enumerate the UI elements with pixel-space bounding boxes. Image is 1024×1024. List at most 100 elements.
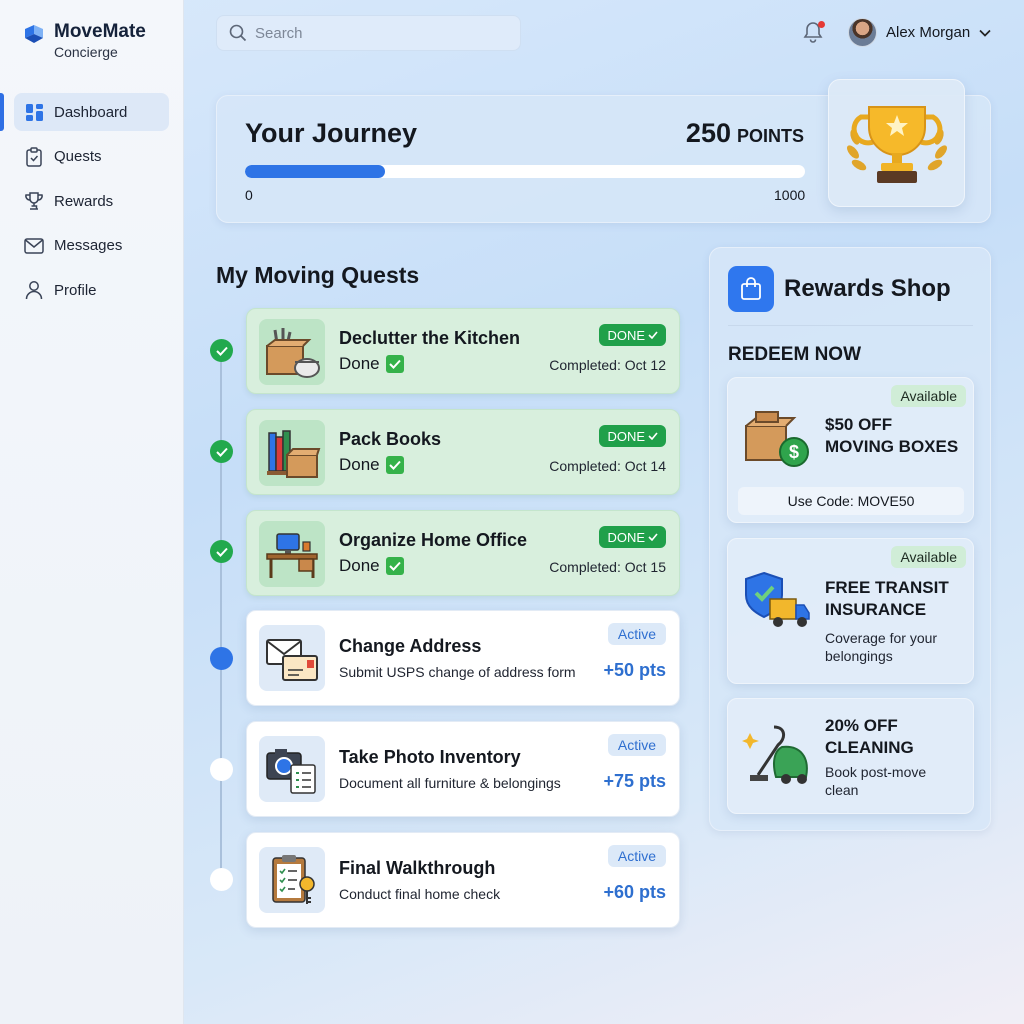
reward-subtitle: Book post-move clean — [825, 763, 926, 799]
quest-status: Done — [339, 354, 404, 374]
check-icon — [648, 533, 658, 541]
avatar — [848, 18, 877, 47]
quest-card-final-walkthrough[interactable]: Final Walkthrough Conduct final home che… — [246, 832, 680, 928]
check-icon — [215, 447, 228, 457]
sidebar-item-rewards[interactable]: Rewards — [14, 182, 169, 220]
shopping-bag-icon — [728, 266, 774, 312]
camera-icon — [259, 736, 325, 802]
desk-icon — [259, 521, 325, 587]
quest-card-photo-inventory[interactable]: Take Photo Inventory Document all furnit… — [246, 721, 680, 817]
sidebar-item-label: Rewards — [54, 192, 114, 210]
sidebar: MoveMate Concierge Dashboard Quests Rewa… — [0, 0, 184, 1024]
status-badge: Active — [607, 623, 666, 645]
quest-title: Organize Home Office — [339, 530, 528, 550]
progress-fill — [245, 165, 385, 178]
reward-title: 20% OFF CLEANING — [825, 715, 914, 759]
clipboard-icon — [24, 146, 44, 167]
points-total: 250 POINTS — [686, 118, 804, 149]
reward-title: FREE TRANSIT INSURANCE — [825, 577, 949, 621]
shield-truck-icon — [745, 571, 810, 627]
timeline-dot-todo — [210, 868, 233, 891]
quest-description: Conduct final home check — [339, 886, 501, 902]
points-label: POINTS — [736, 126, 804, 146]
sidebar-item-messages[interactable]: Messages — [14, 227, 169, 265]
search-bar[interactable] — [216, 15, 521, 51]
quest-description: Submit USPS change of address form — [339, 664, 576, 680]
points-value: 250 — [685, 118, 731, 148]
reward-title-line: $50 OFF — [825, 415, 893, 434]
reward-title-line: MOVING BOXES — [825, 437, 959, 456]
notification-bell[interactable] — [803, 21, 825, 45]
sidebar-item-dashboard[interactable]: Dashboard — [14, 93, 169, 131]
user-menu[interactable]: Alex Morgan — [848, 18, 991, 47]
quest-title: Take Photo Inventory — [339, 747, 521, 767]
quest-title: Pack Books — [339, 429, 442, 449]
quest-date: Completed: Oct 14 — [549, 458, 666, 474]
quest-card-change-address[interactable]: Change Address Submit USPS change of add… — [246, 610, 680, 706]
check-icon — [215, 547, 228, 557]
notification-dot — [818, 21, 825, 28]
check-box-icon — [385, 456, 404, 474]
divider — [728, 325, 973, 326]
movemate-logo-icon — [25, 25, 43, 43]
reward-card-transit-insurance[interactable]: Available FREE TRANSIT INSURANCE Coverag… — [727, 538, 974, 684]
check-box-icon — [385, 557, 404, 575]
search-icon — [229, 24, 247, 42]
quest-card-organize-office[interactable]: Organize Home Office Done DONE Completed… — [246, 510, 680, 596]
status-badge: DONE — [599, 425, 666, 447]
check-icon — [648, 432, 658, 440]
quest-card-declutter-kitchen[interactable]: Declutter the Kitchen Done DONE Complete… — [246, 308, 680, 394]
quest-points: +60 pts — [603, 882, 666, 902]
quest-card-pack-books[interactable]: Pack Books Done DONE Completed: Oct 14 — [246, 409, 680, 495]
quest-points: +75 pts — [603, 771, 666, 791]
journey-title: Your Journey — [245, 118, 418, 148]
brand[interactable]: MoveMate Concierge — [22, 20, 146, 60]
check-icon — [215, 346, 228, 356]
progress-min: 0 — [245, 187, 253, 203]
check-icon — [648, 331, 658, 339]
timeline-dot-done — [210, 339, 233, 362]
timeline-line — [220, 350, 222, 880]
trophy-laurel-icon — [846, 106, 947, 183]
reward-card-moving-boxes[interactable]: Available $ $50 OFF MOVING BOXES Use Cod… — [727, 377, 974, 523]
trophy-icon — [24, 191, 44, 211]
quest-status-text: Done — [339, 455, 380, 474]
check-box-icon — [385, 355, 404, 373]
reward-title-line: INSURANCE — [825, 600, 927, 619]
quest-date: Completed: Oct 12 — [549, 357, 666, 373]
timeline-dot-todo — [210, 758, 233, 781]
quest-status: Done — [339, 556, 404, 576]
reward-card-cleaning[interactable]: 20% OFF CLEANING Book post-move clean — [727, 698, 974, 814]
badge-label: DONE — [607, 327, 645, 343]
clipboard-key-icon — [259, 847, 325, 913]
quest-status-text: Done — [339, 556, 380, 575]
reward-subtitle-line: clean — [825, 782, 859, 798]
redeem-now-heading: REDEEM NOW — [728, 344, 861, 365]
rewards-shop-title: Rewards Shop — [784, 275, 951, 302]
sidebar-item-quests[interactable]: Quests — [14, 138, 169, 176]
books-box-icon — [259, 420, 325, 486]
chevron-down-icon — [979, 29, 991, 37]
user-name: Alex Morgan — [886, 24, 971, 41]
vacuum-icon — [742, 725, 808, 784]
search-input[interactable] — [255, 24, 495, 42]
quest-description: Document all furniture & belongings — [339, 775, 561, 791]
timeline-dot-done — [210, 440, 233, 463]
envelope-icon — [259, 625, 325, 691]
reward-title-line: FREE TRANSIT — [825, 578, 949, 597]
nav-active-indicator — [0, 93, 4, 131]
quest-title: Final Walkthrough — [339, 858, 496, 878]
status-badge: Active — [607, 845, 666, 867]
reward-subtitle-line: belongings — [825, 648, 893, 664]
sidebar-item-label: Dashboard — [54, 103, 128, 121]
sidebar-nav: Dashboard Quests Rewards Messages Profil… — [14, 93, 169, 316]
quest-points: +50 pts — [603, 660, 666, 680]
timeline-dot-done — [210, 540, 233, 563]
sidebar-item-label: Profile — [54, 281, 97, 299]
sidebar-item-profile[interactable]: Profile — [14, 271, 169, 309]
promo-code[interactable]: Use Code: MOVE50 — [738, 487, 964, 515]
reward-subtitle-line: Book post-move — [825, 764, 927, 780]
reward-title-line: CLEANING — [825, 738, 914, 757]
trophy-badge — [828, 79, 965, 207]
quest-status: Done — [339, 455, 404, 475]
